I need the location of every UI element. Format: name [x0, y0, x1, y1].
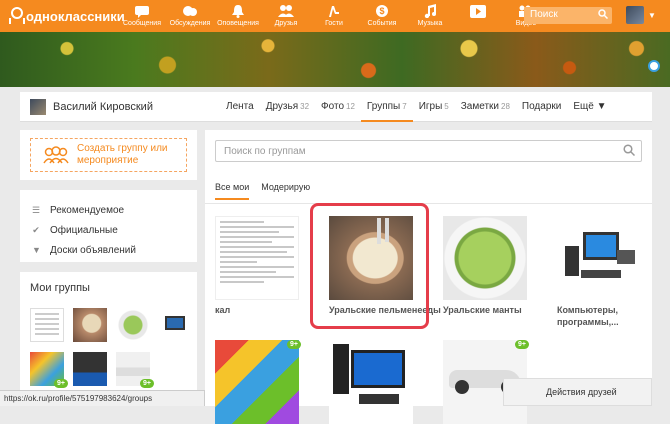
tab-groups[interactable]: Группы 7 [360, 92, 413, 122]
nav-music[interactable]: Музыка [406, 2, 454, 30]
group-thumb-doc[interactable] [30, 308, 64, 342]
group-title[interactable]: Уральские манты [443, 304, 527, 316]
chevron-down-icon[interactable]: ▼ [648, 11, 656, 20]
menu-boards[interactable]: ▼ Доски объявлений [20, 240, 197, 260]
check-icon: ✔ [32, 224, 40, 235]
svg-text:$: $ [379, 6, 384, 16]
nav-guests[interactable]: Гости [310, 2, 358, 30]
nav-messages[interactable]: Сообщения [118, 2, 166, 30]
group-title[interactable]: Компьютеры, программы,... [557, 304, 652, 328]
divider [205, 203, 652, 204]
people-icon [43, 146, 69, 164]
profile-name[interactable]: Василий Кировский [53, 101, 153, 113]
top-bar: одноклассники Сообщения Обсуждения Опове… [0, 0, 670, 32]
nav-discussions[interactable]: Обсуждения [166, 2, 214, 30]
tab-friends[interactable]: Друзья 32 [260, 92, 315, 122]
tab-notes[interactable]: Заметки 28 [455, 92, 516, 122]
search-input[interactable]: Поиск [524, 7, 612, 24]
group-thumb-pc[interactable] [73, 352, 107, 386]
video-play-icon [470, 4, 486, 18]
group-image [329, 340, 413, 424]
group-badge: 9+ [140, 379, 154, 388]
profile-tabs: Лента Друзья 32 Фото 12 Группы 7 Игры 5 Заме… [220, 92, 613, 122]
group-card[interactable]: Компьютеры, программы,... [557, 216, 652, 328]
events-icon: $ [374, 4, 390, 18]
tab-more[interactable]: Ещё ▼ [567, 92, 612, 122]
group-badge: 9+ [54, 379, 68, 388]
tab-feed[interactable]: Лента [220, 92, 260, 122]
create-group-label: Создать группу или мероприятие [77, 143, 168, 166]
nav-friends[interactable]: Друзья [262, 2, 310, 30]
nav-notifications[interactable]: Оповещения [214, 2, 262, 30]
menu-recommended[interactable]: ☰ Рекомендуемое [20, 200, 197, 220]
search-icon[interactable] [623, 144, 636, 159]
tab-all-mine[interactable]: Все мои [215, 182, 250, 200]
guests-icon [326, 4, 342, 18]
group-thumb-dumplings[interactable] [73, 308, 107, 342]
discussion-icon [182, 4, 198, 18]
profile-banner [0, 32, 670, 87]
menu-official[interactable]: ✔ Официальные [20, 220, 197, 240]
tab-photos[interactable]: Фото 12 [315, 92, 361, 122]
friends-actions-button[interactable]: Действия друзей [503, 378, 652, 406]
group-thumb-colorful[interactable]: 9+ [30, 352, 68, 388]
my-groups-title: Мои группы [30, 282, 90, 294]
tab-games[interactable]: Игры 5 [413, 92, 455, 122]
status-url: https://ok.ru/profile/575197983624/group… [0, 390, 205, 406]
tab-gifts[interactable]: Подарки [516, 92, 567, 122]
pin-icon: ▼ [32, 245, 41, 255]
groups-tabs: Все мои Модерирую [215, 182, 310, 200]
message-icon [134, 4, 150, 18]
friends-icon [278, 4, 294, 18]
brand-name: одноклассники [26, 8, 125, 24]
logo[interactable]: одноклассники [8, 6, 125, 26]
ok-logo-icon [8, 7, 23, 25]
groups-menu: ☰ Рекомендуемое ✔ Официальные ▼ Доски об… [20, 190, 197, 262]
nav-video-play[interactable] [454, 2, 502, 30]
my-groups-thumbs: 9+ 9+ [30, 308, 193, 388]
group-card[interactable]: Уральские манты [443, 216, 527, 316]
group-thumb-car[interactable]: 9+ [116, 352, 154, 388]
groups-search-input[interactable]: Поиск по группам [215, 140, 642, 162]
nav-events[interactable]: $ События [358, 2, 406, 30]
group-badge: 9+ [515, 340, 529, 349]
avatar[interactable] [30, 99, 46, 115]
create-group-panel: Создать группу или мероприятие [20, 130, 197, 180]
group-card[interactable] [329, 340, 413, 424]
create-group-button[interactable]: Создать группу или мероприятие [30, 138, 187, 172]
group-image: 9+ [215, 340, 301, 424]
group-thumb-manty[interactable] [116, 308, 150, 342]
group-image [215, 216, 299, 300]
profile-bar: Василий Кировский Лента Друзья 32 Фото 12 … [20, 92, 652, 122]
music-icon [422, 4, 438, 18]
group-image [443, 216, 527, 300]
groups-main: Поиск по группам Все мои Модерирую кал У… [205, 130, 652, 424]
tab-moderating[interactable]: Модерирую [261, 182, 310, 200]
group-card[interactable]: кал [215, 216, 299, 316]
group-badge: 9+ [287, 340, 301, 349]
group-card[interactable]: 9+ [215, 340, 301, 424]
list-icon: ☰ [32, 204, 41, 215]
group-title[interactable]: кал [215, 304, 299, 316]
highlight-frame [310, 203, 429, 329]
group-image [557, 216, 641, 300]
search-icon[interactable] [598, 9, 609, 22]
user-avatar[interactable] [626, 6, 644, 24]
bell-icon [230, 4, 246, 18]
main-nav: Сообщения Обсуждения Оповещения Друзья Г… [118, 2, 550, 30]
banner-edit-icon[interactable] [648, 60, 660, 72]
my-groups-panel: Мои группы 9+ 9+ [20, 272, 197, 392]
group-thumb-computers[interactable] [159, 308, 193, 342]
